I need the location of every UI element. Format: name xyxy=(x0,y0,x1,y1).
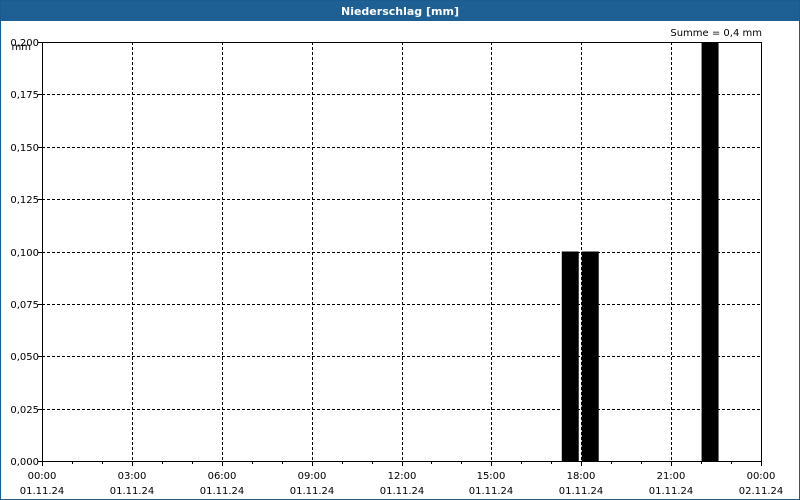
sum-label: Summe = 0,4 mm xyxy=(670,28,762,39)
axes xyxy=(38,42,762,466)
bars xyxy=(561,42,719,461)
x-tick-date-label: 02.11.24 xyxy=(739,486,784,497)
y-axis-unit-label: mm xyxy=(12,42,31,53)
y-tick-label: 0,025 xyxy=(10,405,39,416)
x-tick-time-label: 00:00 xyxy=(747,471,776,482)
y-tick-label: 0,075 xyxy=(10,300,39,311)
precipitation-bar xyxy=(581,251,599,461)
y-tick-label: 0,050 xyxy=(10,352,39,363)
x-tick-date-label: 01.11.24 xyxy=(20,486,65,497)
precipitation-chart: 0,000 0,025 0,050 0,075 0,100 0,125 0,150 0,175… xyxy=(10,28,783,497)
y-tick-label: 0,100 xyxy=(10,248,39,259)
x-tick-date-label: 01.11.24 xyxy=(559,486,604,497)
x-tick-time-label: 00:00 xyxy=(28,471,57,482)
x-tick-date-label: 01.11.24 xyxy=(469,486,514,497)
x-tick-date-label: 01.11.24 xyxy=(200,486,245,497)
x-tick-date-label: 01.11.24 xyxy=(380,486,425,497)
precipitation-bar xyxy=(561,251,579,461)
x-tick-time-label: 03:00 xyxy=(118,471,147,482)
y-tick-label: 0,125 xyxy=(10,195,39,206)
tick-labels: 0,000 0,025 0,050 0,075 0,100 0,125 0,150 0,175… xyxy=(10,38,783,497)
grid-lines xyxy=(42,42,761,461)
x-tick-date-label: 01.11.24 xyxy=(290,486,335,497)
y-tick-label: 0,000 xyxy=(10,457,39,468)
x-tick-date-label: 01.11.24 xyxy=(110,486,155,497)
x-tick-time-label: 06:00 xyxy=(208,471,237,482)
chart-window: Niederschlag [mm] 0,000 0,025 0,050 0,075 0,… xyxy=(0,0,800,500)
y-tick-label: 0,175 xyxy=(10,90,39,101)
precipitation-bar xyxy=(701,42,719,461)
y-tick-label: 0,150 xyxy=(10,143,39,154)
x-tick-time-label: 21:00 xyxy=(657,471,686,482)
x-tick-time-label: 15:00 xyxy=(477,471,506,482)
x-tick-time-label: 12:00 xyxy=(388,471,417,482)
x-tick-time-label: 18:00 xyxy=(567,471,596,482)
x-tick-date-label: 01.11.24 xyxy=(649,486,694,497)
x-tick-time-label: 09:00 xyxy=(298,471,327,482)
